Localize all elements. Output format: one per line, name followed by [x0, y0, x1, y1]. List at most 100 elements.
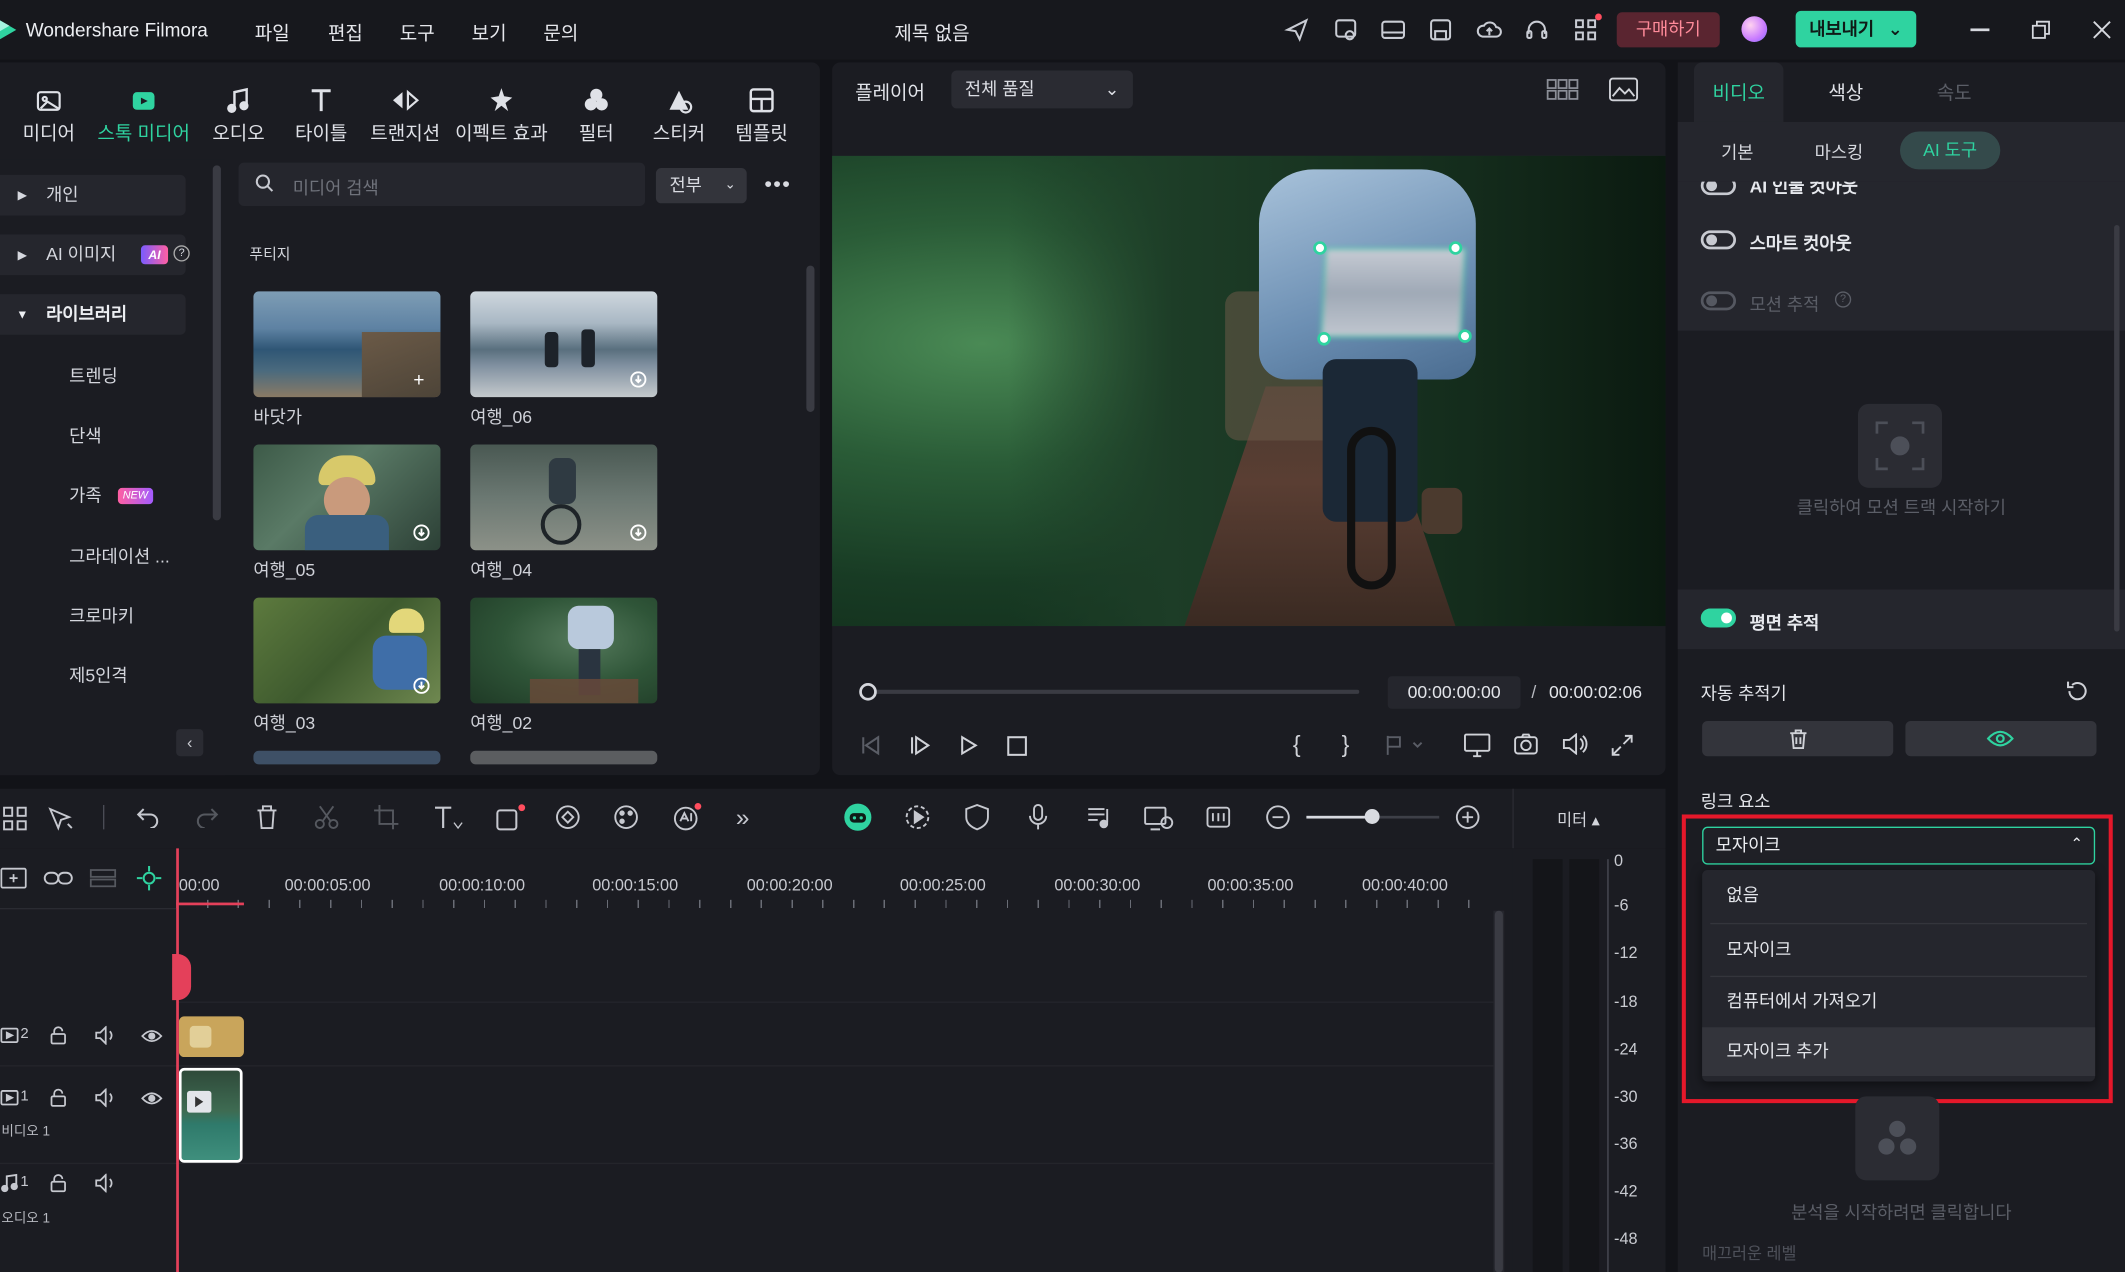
sidebar-item-library[interactable]: ▼ 라이브러리 — [0, 294, 186, 335]
buy-button[interactable]: 구매하기 — [1616, 12, 1720, 48]
sidebar-item-trending[interactable]: 트렌딩 — [69, 362, 118, 388]
export-button[interactable]: 내보내기 ⌄ — [1795, 10, 1917, 48]
timeline-scrollbar[interactable] — [1493, 910, 1505, 1272]
ai-copilot-icon[interactable] — [843, 802, 873, 832]
audio-edit-icon[interactable] — [1086, 804, 1113, 831]
tracking-handle[interactable] — [1448, 241, 1463, 255]
media-thumbnail[interactable] — [470, 597, 658, 704]
speaker-icon[interactable] — [95, 1173, 117, 1193]
smart-cutout-toggle[interactable] — [1700, 230, 1737, 250]
freeze-frame-icon[interactable] — [1205, 804, 1232, 831]
progress-handle[interactable] — [859, 683, 877, 701]
sidebar-item-ai-image[interactable]: ▶ AI 이미지 AI ? — [0, 234, 190, 276]
download-icon[interactable] — [630, 524, 647, 541]
tab-templates[interactable]: 템플릿 — [726, 81, 796, 146]
more-options-icon[interactable]: ••• — [764, 174, 791, 196]
download-icon[interactable] — [413, 524, 430, 541]
media-thumbnail[interactable] — [253, 597, 441, 704]
scene-detect-icon[interactable] — [1144, 804, 1174, 831]
minimize-icon[interactable] — [1970, 28, 1990, 31]
ai-tool-icon[interactable] — [672, 802, 702, 832]
tab-color[interactable]: 색상 — [1813, 62, 1878, 122]
media-thumbnail[interactable]: + — [253, 291, 441, 398]
shield-icon[interactable] — [965, 803, 989, 831]
mosaic-tracking-box[interactable] — [1320, 248, 1466, 338]
menu-view[interactable]: 보기 — [472, 19, 507, 46]
display-icon[interactable] — [1464, 733, 1491, 758]
image-snapshot-icon[interactable] — [1609, 77, 1639, 102]
layout-icon[interactable] — [1380, 16, 1407, 43]
tab-filters[interactable]: 필터 — [561, 81, 631, 146]
layout-grid-icon[interactable] — [3, 806, 27, 831]
subtab-masking[interactable]: 마스킹 — [1815, 138, 1864, 164]
sidebar-item-solid[interactable]: 단색 — [69, 421, 101, 447]
tab-stickers[interactable]: 스티커 — [642, 81, 715, 146]
microphone-icon[interactable] — [1026, 804, 1050, 831]
crop-icon[interactable] — [374, 804, 399, 830]
track-manager-icon[interactable] — [89, 867, 117, 889]
headset-icon[interactable] — [1523, 16, 1550, 43]
tab-effects[interactable]: 이펙트 효과 — [450, 81, 553, 146]
stop-icon[interactable] — [1007, 736, 1027, 756]
help-icon[interactable]: ? — [173, 245, 190, 262]
visibility-eye-icon[interactable] — [141, 1029, 163, 1044]
tracking-handle[interactable] — [1317, 332, 1331, 346]
menu-tools[interactable]: 도구 — [400, 19, 435, 46]
scissors-icon[interactable] — [314, 805, 339, 829]
tab-media[interactable]: 미디어 — [14, 81, 84, 146]
tab-speed[interactable]: 속도 — [1922, 62, 1987, 122]
motion-track-start-icon[interactable] — [1857, 403, 1943, 488]
reset-icon[interactable] — [2065, 679, 2089, 703]
zoom-slider-handle[interactable] — [1364, 809, 1380, 824]
play-reverse-icon[interactable] — [908, 735, 932, 757]
sidebar-item-personal[interactable]: ▶ 개인 — [0, 174, 186, 216]
apps-grid-icon[interactable] — [1572, 13, 1602, 43]
mark-out-icon[interactable]: } — [1342, 732, 1350, 759]
motion-tracking-toggle[interactable] — [1700, 291, 1737, 311]
menu-file[interactable]: 파일 — [255, 19, 290, 46]
mosaic-effect-clip[interactable] — [178, 1016, 244, 1058]
link-clip-icon[interactable] — [43, 867, 73, 889]
tab-audio[interactable]: 오디오 — [203, 81, 273, 146]
save-icon[interactable] — [1427, 16, 1454, 43]
preview-tracking-button[interactable] — [1905, 720, 2097, 757]
snap-icon[interactable] — [136, 865, 163, 892]
more-tools-icon[interactable]: » — [736, 805, 750, 829]
auto-reframe-icon[interactable] — [904, 804, 931, 831]
planar-tracking-toggle[interactable] — [1700, 608, 1737, 628]
color-palette-icon[interactable] — [613, 804, 640, 831]
mark-in-icon[interactable]: { — [1293, 732, 1301, 759]
volume-icon[interactable] — [1561, 733, 1588, 755]
previous-frame-icon[interactable] — [859, 735, 883, 757]
current-time[interactable]: 00:00:00:00 — [1387, 676, 1521, 709]
subtab-ai-tools[interactable]: AI 도구 — [1899, 131, 2001, 170]
zoom-in-icon[interactable] — [1455, 805, 1480, 829]
speed-effect-icon[interactable] — [553, 804, 583, 831]
meter-toggle[interactable]: 미터 ▴ — [1557, 808, 1600, 831]
undo-icon[interactable] — [136, 806, 160, 829]
lock-icon[interactable] — [49, 1174, 68, 1193]
quality-dropdown[interactable]: 전체 품질 ⌄ — [951, 70, 1133, 109]
delete-icon[interactable] — [256, 805, 278, 829]
playback-progress[interactable] — [867, 689, 1360, 694]
tracking-handle[interactable] — [1313, 241, 1327, 255]
time-ruler[interactable]: 00:00 00:00:05:00 00:00:10:00 00:00:15:0… — [176, 848, 1504, 908]
recent-projects-icon[interactable] — [1332, 16, 1359, 43]
playhead[interactable] — [176, 848, 179, 1272]
grid-view-icon[interactable] — [1546, 79, 1579, 101]
media-scrollbar[interactable] — [806, 265, 815, 412]
analysis-start-icon[interactable] — [1855, 1096, 1940, 1181]
sidebar-item-gradient[interactable]: 그라데이션 ... — [69, 542, 170, 568]
ai-cutout-toggle[interactable] — [1700, 181, 1737, 196]
text-tool-icon[interactable] — [434, 805, 464, 830]
tab-titles[interactable]: 타이틀 — [285, 81, 358, 146]
tracking-handle[interactable] — [1458, 329, 1472, 343]
restore-icon[interactable] — [2031, 20, 2050, 39]
add-icon[interactable]: + — [413, 370, 432, 389]
avatar[interactable] — [1741, 16, 1768, 43]
sidebar-item-chroma-key[interactable]: 크로마키 — [69, 602, 134, 628]
fullscreen-icon[interactable] — [1611, 734, 1633, 757]
collapse-sidebar-icon[interactable]: ‹ — [176, 729, 204, 757]
camera-snapshot-icon[interactable] — [1514, 733, 1538, 755]
send-icon[interactable] — [1283, 16, 1310, 43]
